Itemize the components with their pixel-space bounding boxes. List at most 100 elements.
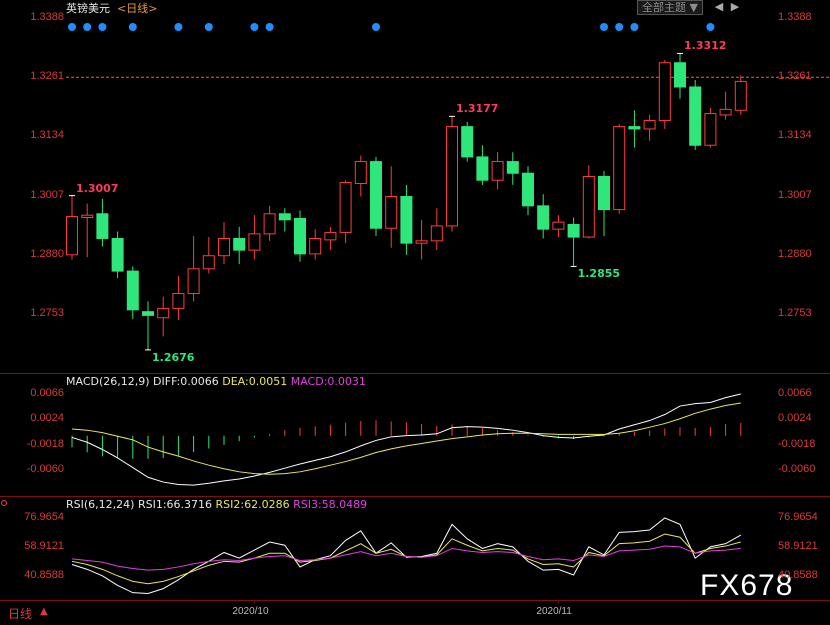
scroll-left-button[interactable]: ◀: [712, 0, 726, 14]
candle-body-down: [233, 237, 246, 251]
rsi3-value: RSI3:58.0489: [293, 498, 368, 511]
signal-dot: [174, 23, 183, 31]
chevron-down-icon: ▼: [689, 1, 698, 14]
candle-body-up: [658, 62, 671, 122]
signal-dot: [68, 23, 76, 31]
price-axis-left-tick: 1.2880: [30, 247, 64, 260]
macd-axis-right-tick: 0.0066: [778, 387, 812, 399]
candle-body-down: [461, 126, 474, 158]
candle-body-up: [643, 120, 656, 130]
rsi-name: RSI(6,12,24): [66, 498, 135, 511]
rsi-axis-right-tick: 58.9121: [778, 540, 818, 552]
macd-axis-left-tick: 0.0066: [30, 387, 64, 399]
signal-dot: [98, 23, 107, 31]
candle-body-down: [111, 237, 124, 272]
rsi-axis-right-tick: 40.8588: [778, 569, 818, 581]
signal-dot: [250, 23, 259, 31]
price-axis-right-tick: 1.2880: [778, 247, 812, 260]
candle-body-up: [172, 292, 185, 309]
signal-dot: [83, 23, 92, 31]
macd-name: MACD(26,12,9): [66, 375, 150, 388]
price-axis-left-tick: 1.3134: [30, 129, 64, 142]
candle-body-down: [506, 161, 519, 174]
panel-separator-macd: [0, 373, 830, 374]
price-annotation: 1.3177: [456, 102, 499, 116]
macd-diff-value: DIFF:0.0066: [153, 375, 219, 388]
price-annotation: 1.2676: [152, 350, 195, 364]
macd-dea-line: [71, 402, 741, 475]
chart-canvas: [1, 23, 830, 604]
candle-body-up: [552, 221, 565, 230]
chart-stage: [0, 0, 830, 621]
theme-selector-label: 全部主题: [642, 1, 686, 14]
rsi-axis-left-tick: 40.8588: [24, 569, 64, 581]
price-annotation: 1.2855: [577, 267, 621, 281]
macd-header: MACD(26,12,9) DIFF:0.0066 DEA:0.0051 MAC…: [66, 375, 366, 388]
candle-body-up: [354, 161, 367, 184]
candle-body-down: [674, 62, 686, 88]
rsi1-value: RSI1:66.3716: [137, 498, 213, 511]
candle-body-down: [689, 86, 702, 146]
candle-body-down: [522, 172, 534, 207]
macd-dea-value: DEA:0.0051: [222, 375, 288, 388]
candle-body-up: [613, 126, 626, 211]
price-axis-right-tick: 1.3007: [778, 188, 812, 201]
candle-body-up: [248, 233, 261, 251]
x-axis-date-label: 2020/11: [536, 606, 572, 617]
candle-body-up: [66, 216, 78, 256]
candle-body-down: [567, 224, 580, 238]
price-annotation: 1.3007: [76, 181, 119, 195]
candle-body-up: [157, 307, 170, 319]
candle-body-up: [187, 268, 200, 294]
macd-diff-line: [71, 393, 741, 486]
macd-axis-right-tick: 0.0024: [778, 412, 812, 425]
price-axis-left-tick: 1.3388: [30, 11, 64, 23]
macd-axis-right-tick: -0.0060: [778, 463, 816, 475]
candle-body-down: [476, 156, 489, 181]
candle-body-up: [704, 113, 717, 146]
price-axis-right-tick: 1.3261: [778, 70, 812, 83]
macd-axis-left-tick: -0.0018: [26, 437, 64, 450]
price-axis-right-tick: 1.3388: [778, 11, 812, 23]
rsi-axis-left-tick: 58.9121: [24, 540, 64, 552]
candle-body-up: [218, 237, 230, 257]
candle-body-down: [628, 126, 641, 130]
price-axis-left-tick: 1.2753: [30, 307, 64, 319]
price-axis-left-tick: 1.3261: [30, 70, 64, 83]
macd-axis-left-tick: -0.0060: [26, 463, 64, 475]
candle-body-up: [202, 255, 215, 270]
chevron-up-icon[interactable]: ▲: [40, 606, 48, 617]
candle-body-up: [324, 231, 337, 241]
price-axis-right-tick: 1.3134: [778, 129, 812, 142]
period-label[interactable]: 日线: [8, 605, 32, 622]
candle-body-up: [415, 240, 428, 244]
candle-body-up: [339, 182, 352, 233]
signal-dot: [372, 23, 380, 31]
rsi-axis-right-tick: 76.9654: [778, 511, 818, 523]
candle-body-up: [719, 108, 732, 116]
signal-dot: [128, 23, 137, 31]
candle-body-down: [142, 311, 154, 316]
period-link[interactable]: <日线>: [117, 0, 157, 16]
candle-body-down: [278, 213, 291, 221]
macd-macd-value: MACD:0.0031: [290, 375, 366, 388]
macd-axis-right-tick: -0.0018: [778, 437, 816, 450]
price-axis-right-tick: 1.2753: [778, 307, 812, 319]
candle-body-up: [582, 175, 595, 238]
candle-body-up: [430, 225, 443, 242]
x-axis-date-label: 2020/10: [232, 606, 269, 617]
candle-body-up: [263, 213, 276, 235]
macd-axis-left-tick: 0.0024: [30, 412, 64, 425]
candle-body-down: [294, 217, 306, 255]
rsi2-value: RSI2:62.0286: [215, 498, 290, 511]
candle-body-down: [96, 213, 109, 239]
signal-dot: [706, 23, 715, 31]
price-annotation: 1.3312: [684, 39, 727, 53]
panel-marker-icon: [1, 500, 7, 506]
theme-selector-button[interactable]: 全部主题 ▼: [637, 0, 703, 15]
symbol-title: 英镑美元: [66, 2, 110, 15]
candle-body-up: [446, 126, 458, 227]
candle-body-up: [491, 161, 504, 181]
rsi1-line: [71, 517, 742, 594]
scroll-right-button[interactable]: ▶: [728, 0, 742, 14]
